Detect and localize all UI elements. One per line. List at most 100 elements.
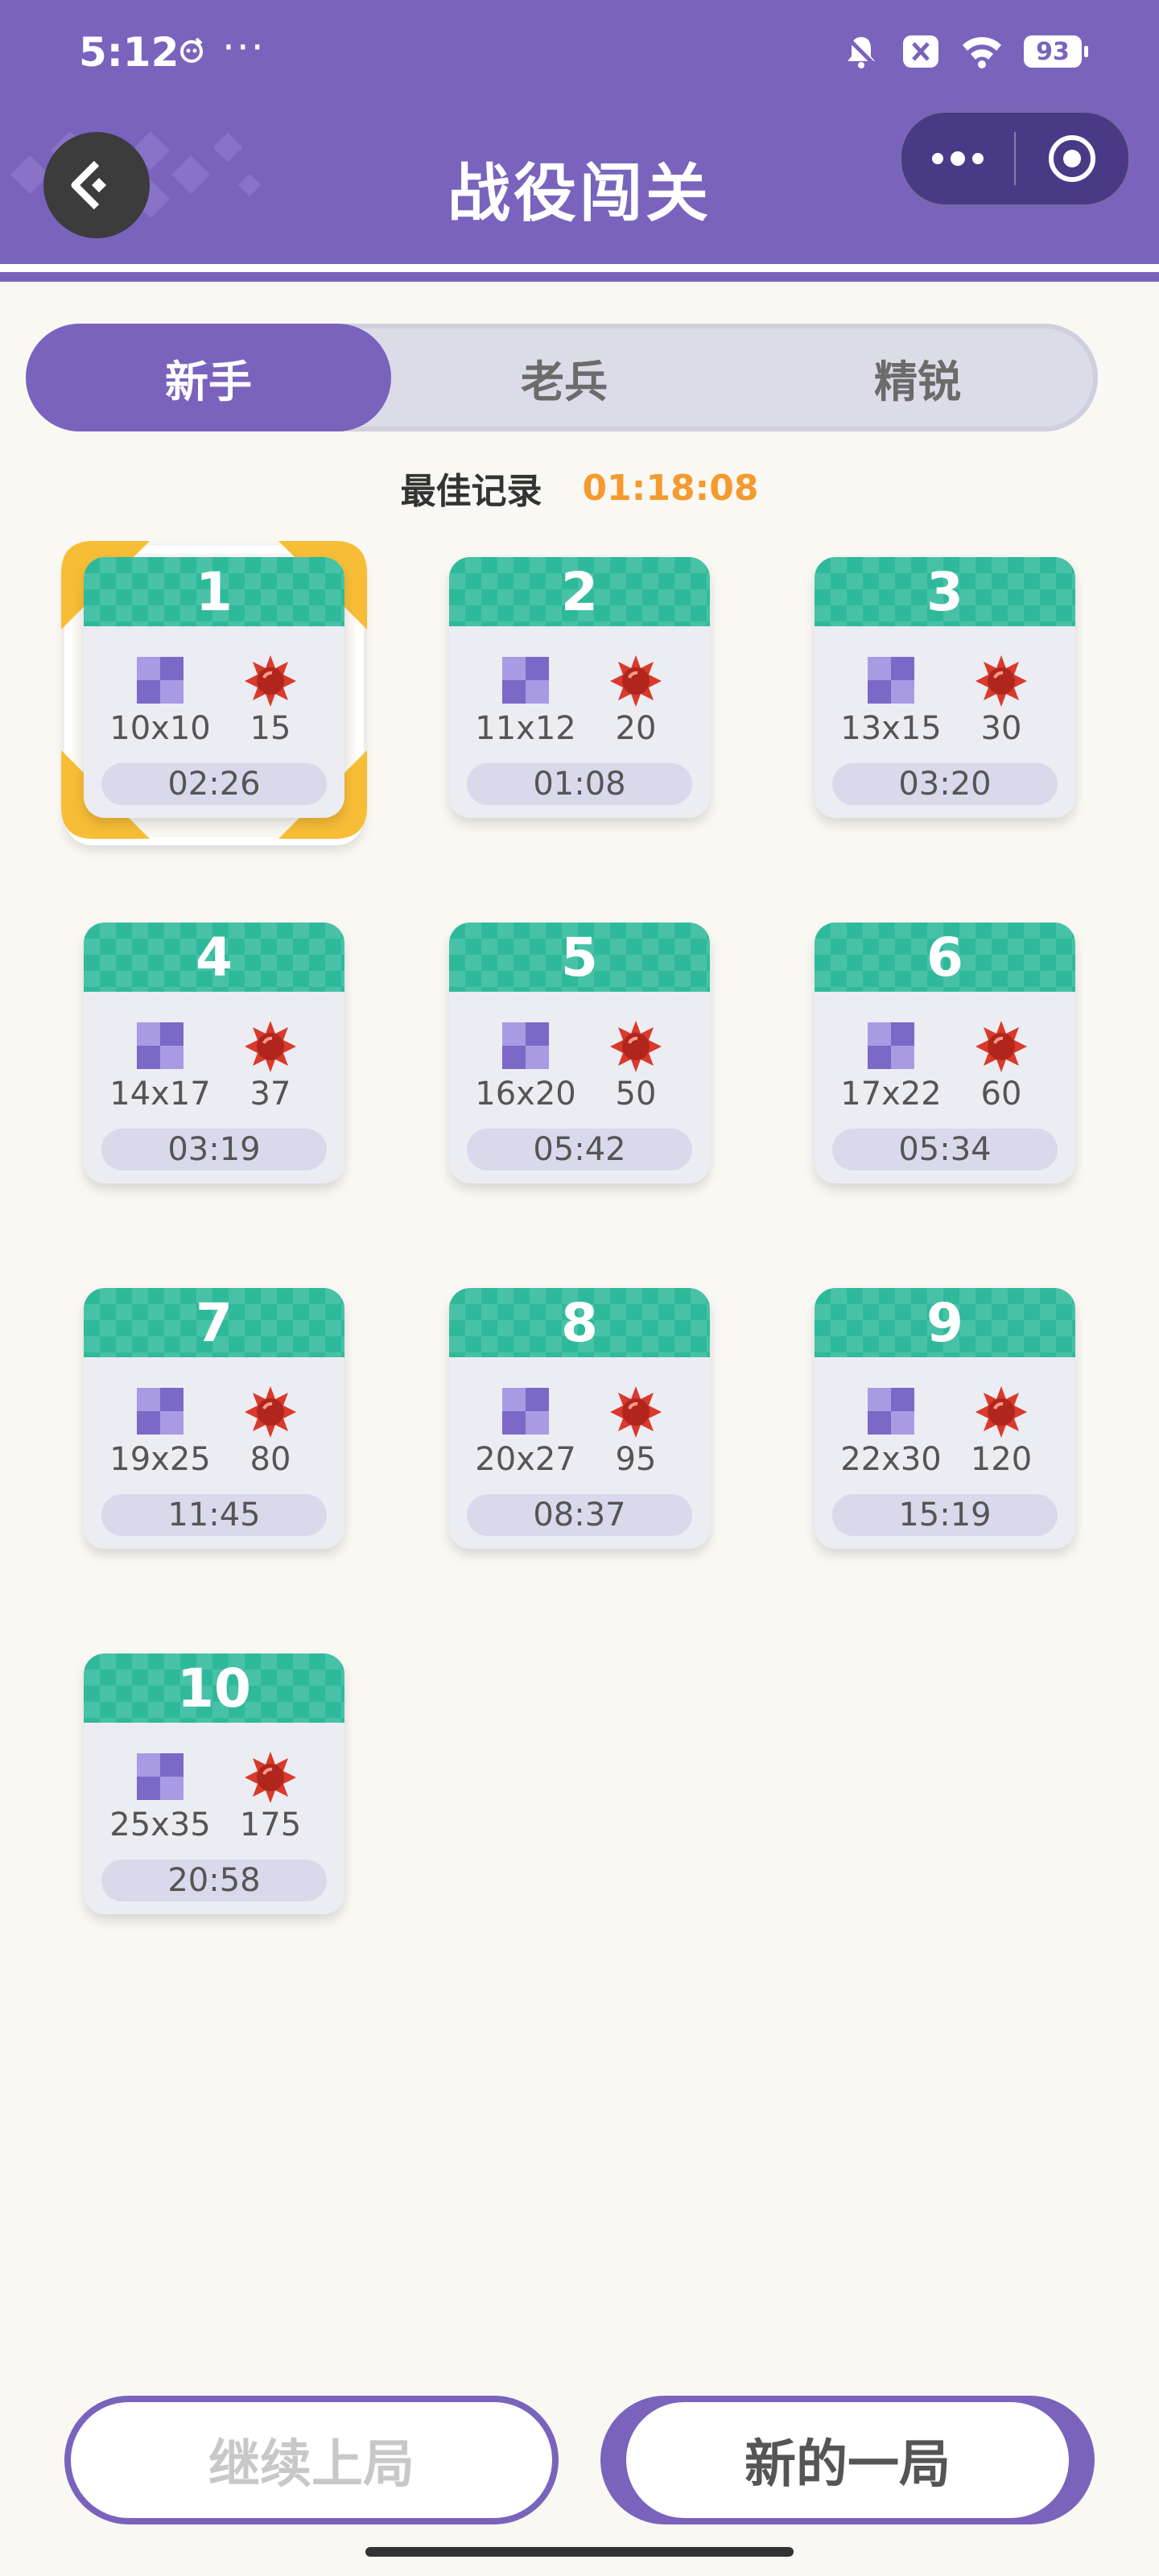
level-best-time: 03:19 (101, 1129, 327, 1170)
level-best-time: 15:19 (832, 1494, 1058, 1536)
level-card[interactable]: 9 22x30 120 15:19 (815, 1288, 1075, 1549)
level-number: 1 (196, 560, 233, 623)
level-number: 6 (926, 926, 963, 989)
mine-icon (610, 1021, 662, 1072)
level-card-icons (815, 654, 1075, 707)
level-best-time: 01:08 (467, 763, 692, 805)
level-best-time: 08:37 (467, 1494, 692, 1536)
wifi-icon (963, 37, 1001, 68)
level-card[interactable]: 3 13x15 30 03:20 (815, 557, 1075, 818)
bell-off-icon (845, 35, 877, 68)
level-card-header: 8 (449, 1288, 710, 1357)
more-icon (932, 151, 984, 166)
best-record-value: 01:18:08 (582, 467, 759, 509)
level-card-icons (84, 654, 344, 707)
level-card-icons (449, 1385, 710, 1438)
app-notification-icon (180, 37, 203, 63)
mine-icon (975, 1021, 1027, 1072)
level-card[interactable]: 1 10x10 15 02:26 (84, 557, 344, 818)
mine-icon (245, 1386, 296, 1438)
difficulty-tabs: 新手 老兵 精锐 (26, 324, 1098, 431)
level-card-header: 9 (815, 1288, 1075, 1357)
level-card-header: 3 (815, 557, 1075, 626)
header-divider-band (0, 272, 1159, 282)
level-mine-count: 50 (615, 1075, 657, 1113)
mine-icon (610, 655, 662, 707)
record-icon (1049, 135, 1095, 182)
level-card-header: 4 (84, 923, 344, 992)
level-card[interactable]: 7 19x25 80 11:45 (84, 1288, 344, 1549)
level-best-time: 02:26 (101, 763, 327, 805)
level-card[interactable]: 4 14x17 37 03:19 (84, 923, 344, 1183)
level-number: 3 (926, 560, 963, 623)
battery-indicator: 93 (1024, 35, 1088, 68)
level-mine-count: 20 (615, 710, 657, 747)
level-card[interactable]: 8 20x27 95 08:37 (449, 1288, 710, 1549)
grid-size-icon (868, 1388, 914, 1435)
level-card-icons (84, 1019, 344, 1072)
level-mine-count: 30 (980, 710, 1022, 747)
grid-size-icon (137, 1753, 184, 1800)
more-button[interactable] (901, 113, 1014, 204)
grid-size-icon (502, 1388, 549, 1435)
level-best-time: 11:45 (101, 1494, 327, 1536)
level-card-icons (815, 1019, 1075, 1072)
continue-game-button[interactable]: 继续上局 (64, 2396, 559, 2524)
level-card-header: 5 (449, 923, 710, 992)
level-best-time: 20:58 (101, 1860, 327, 1901)
level-card-header: 10 (84, 1653, 344, 1723)
tab-novice[interactable]: 新手 (26, 324, 391, 431)
level-card-header: 2 (449, 557, 710, 626)
grid-size-icon (868, 657, 914, 704)
close-notification-icon (903, 35, 938, 68)
new-game-button[interactable]: 新的一局 (600, 2396, 1095, 2524)
status-time: 5:12 (79, 29, 179, 76)
level-mine-count: 60 (980, 1075, 1022, 1113)
level-number: 10 (177, 1657, 251, 1719)
grid-size-icon (137, 1022, 184, 1069)
miniprogram-capsule (900, 111, 1130, 206)
home-indicator (365, 2547, 794, 2557)
level-card-icons (84, 1385, 344, 1438)
level-card-header: 6 (815, 923, 1075, 992)
mine-icon (610, 1386, 662, 1438)
grid-size-icon (502, 657, 549, 704)
level-best-time: 03:20 (832, 763, 1058, 805)
level-card[interactable]: 6 17x22 60 05:34 (815, 923, 1075, 1183)
mine-icon (975, 655, 1027, 707)
level-mine-count: 80 (250, 1441, 291, 1478)
level-mine-count: 95 (615, 1441, 657, 1478)
level-number: 4 (196, 926, 233, 989)
grid-size-icon (502, 1022, 549, 1069)
mine-icon (245, 1752, 296, 1803)
grid-size-icon (137, 657, 184, 704)
level-card-header: 1 (84, 557, 344, 626)
level-number: 7 (196, 1291, 233, 1354)
level-card-icons (449, 654, 710, 707)
level-best-time: 05:42 (467, 1129, 692, 1170)
level-card[interactable]: 10 25x35 175 20:58 (84, 1653, 344, 1914)
level-card-header: 7 (84, 1288, 344, 1357)
close-miniprogram-button[interactable] (1016, 113, 1128, 204)
best-record: 最佳记录 01:18:08 (0, 462, 1159, 514)
header-divider (0, 264, 1159, 272)
level-card[interactable]: 2 11x12 20 01:08 (449, 557, 710, 818)
level-mine-count: 37 (250, 1075, 291, 1113)
status-more-dots: ··· (222, 24, 266, 71)
level-number: 5 (561, 926, 598, 989)
level-mine-count: 120 (970, 1441, 1033, 1478)
tab-veteran[interactable]: 老兵 (391, 324, 737, 431)
best-record-label: 最佳记录 (400, 471, 542, 512)
mine-icon (975, 1386, 1027, 1438)
grid-size-icon (868, 1022, 914, 1069)
tab-elite[interactable]: 精锐 (737, 324, 1098, 431)
mine-icon (245, 655, 296, 707)
mine-icon (245, 1021, 296, 1072)
level-card-icons (449, 1019, 710, 1072)
level-card-icons (815, 1385, 1075, 1438)
level-card[interactable]: 5 16x20 50 05:42 (449, 923, 710, 1183)
level-best-time: 05:34 (832, 1129, 1058, 1170)
new-game-label: 新的一局 (626, 2402, 1069, 2518)
level-number: 9 (926, 1291, 963, 1354)
level-card-icons (84, 1750, 344, 1803)
